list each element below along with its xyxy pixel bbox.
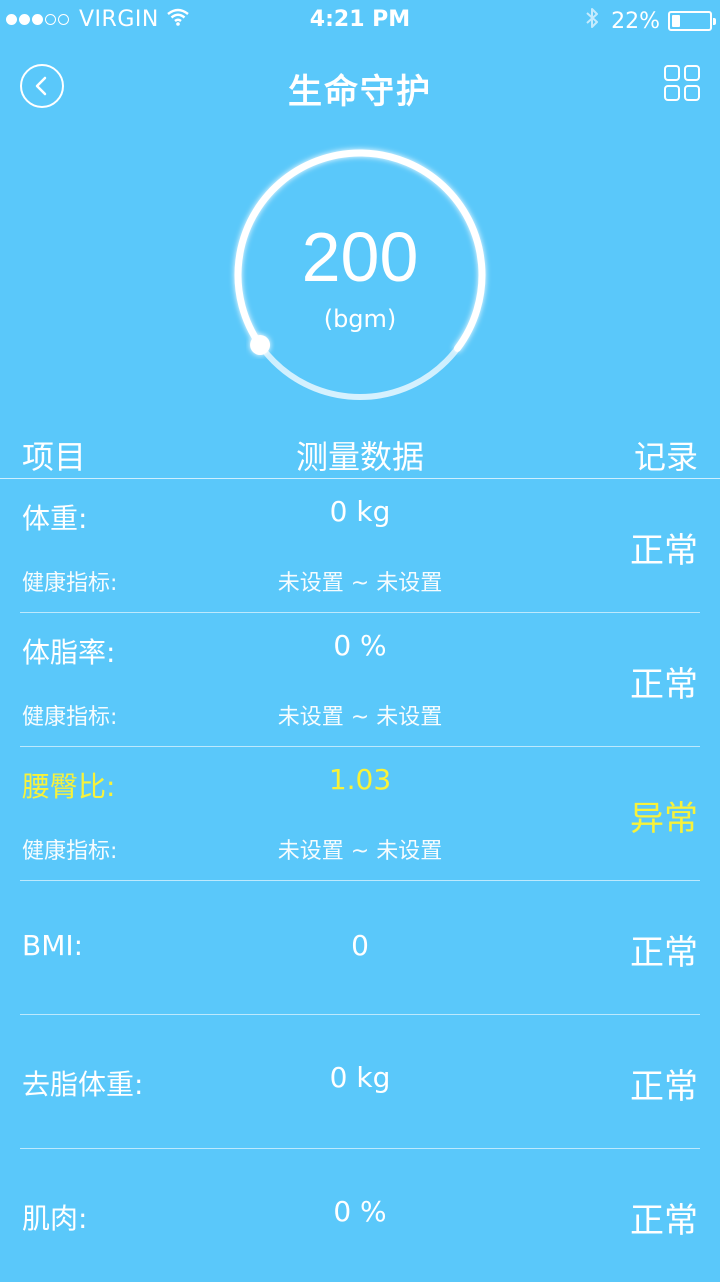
status-bar: VIRGIN 4:21 PM 22%: [0, 0, 720, 40]
measurement-row-bmi[interactable]: BMI: 0 正常: [20, 881, 700, 1015]
measurement-row-body-fat[interactable]: 体脂率: 0 % 正常 健康指标: 未设置 ~ 未设置: [20, 613, 700, 747]
row-value: 0 %: [333, 629, 387, 662]
measurement-list: 体重: 0 kg 正常 健康指标: 未设置 ~ 未设置 体脂率: 0 % 正常 …: [0, 479, 720, 1282]
row-status: 正常: [630, 1201, 698, 1241]
measurement-gauge: 200 (bgm): [228, 143, 492, 407]
row-value: 0: [351, 929, 369, 962]
measurement-row-weight[interactable]: 体重: 0 kg 正常 健康指标: 未设置 ~ 未设置: [20, 479, 700, 613]
header-record: 记录: [633, 438, 698, 476]
row-sub-range: 未设置 ~ 未设置: [277, 705, 443, 730]
status-right: 22%: [585, 7, 716, 35]
row-status: 正常: [630, 933, 698, 973]
grid-icon-cell: [684, 65, 700, 81]
row-sub-range: 未设置 ~ 未设置: [277, 571, 443, 596]
row-status: 正常: [630, 1067, 698, 1107]
measurement-row-lean-mass[interactable]: 去脂体重: 0 kg 正常: [20, 1015, 700, 1149]
grid-icon-cell: [664, 85, 680, 101]
measurement-row-muscle[interactable]: 肌肉: 0 % 正常: [20, 1149, 700, 1282]
grid-icon-cell: [684, 85, 700, 101]
table-header: 项目 测量数据 记录: [0, 430, 720, 478]
grid-icon-cell: [664, 65, 680, 81]
nav-bar: 生命守护: [0, 50, 720, 122]
gauge-unit: (bgm): [323, 305, 397, 333]
row-value: 0 %: [333, 1195, 387, 1228]
grid-menu-button[interactable]: [664, 65, 700, 101]
battery-percent: 22%: [611, 8, 660, 34]
gauge-value: 200: [301, 218, 419, 296]
battery-level: [672, 15, 680, 27]
gauge-knob: [250, 334, 271, 355]
bluetooth-icon: [585, 7, 599, 35]
row-value: 1.03: [328, 763, 392, 796]
row-value: 0 kg: [329, 495, 391, 528]
header-data: 测量数据: [295, 438, 424, 476]
battery-icon: [668, 11, 716, 31]
measurement-row-waist-hip[interactable]: 腰臀比: 1.03 异常 健康指标: 未设置 ~ 未设置: [20, 747, 700, 881]
page-title: 生命守护: [288, 72, 432, 112]
row-sub-range: 未设置 ~ 未设置: [277, 839, 443, 864]
row-value: 0 kg: [329, 1061, 391, 1094]
